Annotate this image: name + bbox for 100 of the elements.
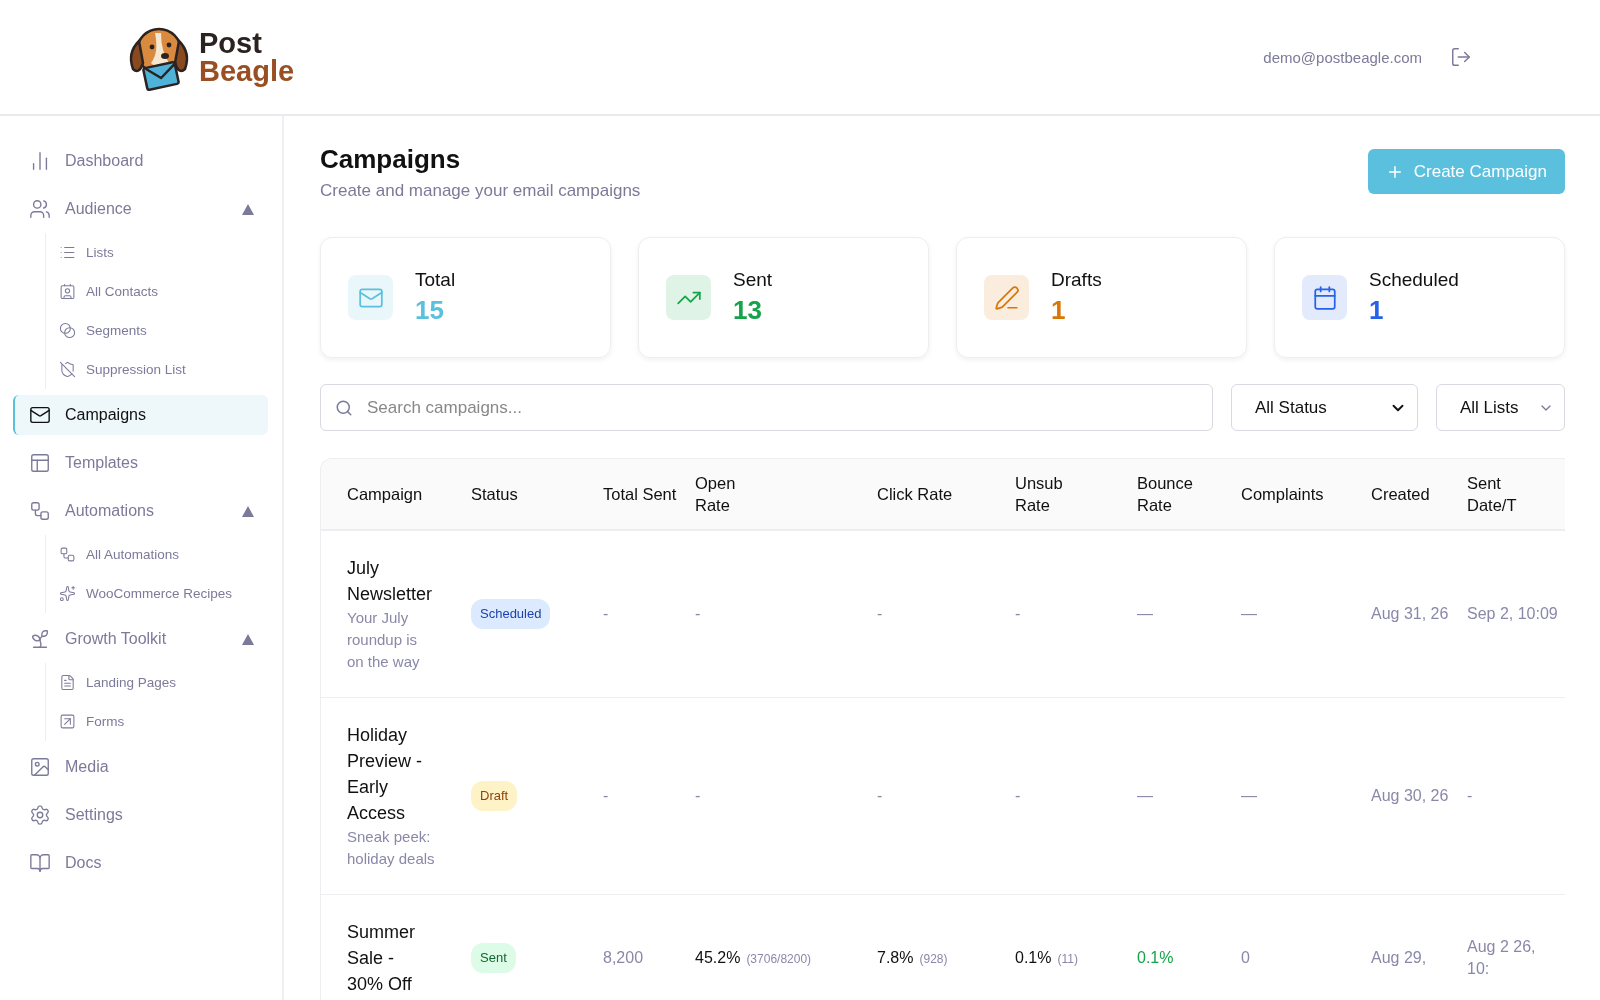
column-header: Total Sent [603, 484, 677, 505]
arrow-square-icon [59, 713, 76, 730]
calendar-icon [1311, 284, 1338, 311]
search-input[interactable]: Search campaigns... [365, 396, 1198, 419]
page-subtitle: Create and manage your email campaigns [320, 181, 641, 201]
stat-value: 1 [1369, 295, 1385, 326]
cell-detail: (3706/8200) [746, 951, 812, 966]
table-cell: - [877, 605, 883, 622]
table-cell: Aug 2 26, 10: [1467, 938, 1536, 977]
stat-value: 1 [1051, 295, 1067, 326]
mail-icon [29, 404, 51, 426]
table-cell: — [1137, 787, 1153, 804]
column-header: Click Rate [877, 484, 954, 505]
sidebar-item[interactable]: Growth Toolkit [13, 619, 268, 659]
status-badge: Draft [471, 781, 518, 811]
stat-value: 15 [415, 295, 445, 326]
collapse-triangle-icon[interactable] [242, 633, 254, 645]
page-title: Campaigns [320, 144, 462, 175]
table-cell: - [1467, 787, 1473, 804]
sidebar-subitem[interactable]: All Contacts [59, 272, 268, 311]
table-cell: — [1137, 605, 1153, 622]
list-select[interactable]: All Lists [1436, 384, 1565, 431]
cell-detail: (928) [919, 951, 948, 966]
sidebar-subitem[interactable]: Lists [59, 233, 268, 272]
sidebar-subitem[interactable]: WooCommerce Recipes [59, 574, 268, 613]
campaign-name[interactable]: Holiday Preview - Early Access [347, 722, 435, 826]
campaign-name[interactable]: Summer Sale - 30% Off [347, 919, 435, 997]
layout-icon [29, 452, 51, 474]
column-header: Campaign [347, 484, 424, 505]
logo-text: Post [199, 29, 263, 57]
column-header: Sent Date/T [1467, 473, 1518, 516]
table-cell: Aug 30, 26 [1371, 787, 1449, 804]
table-cell: Aug 31, 26 [1371, 605, 1449, 622]
circles-icon [59, 322, 76, 339]
image-icon [29, 756, 51, 778]
list-icon [59, 244, 76, 261]
search-field[interactable]: Search campaigns... [320, 384, 1213, 431]
document-icon [59, 674, 76, 691]
sprout-icon [29, 628, 51, 650]
shield-icon [59, 361, 76, 378]
table-cell: - [1015, 787, 1021, 804]
search-icon [335, 398, 353, 417]
table-cell: - [603, 605, 609, 622]
sidebar-item[interactable]: Dashboard [13, 141, 268, 181]
stat-value: 13 [733, 295, 763, 326]
table-cell: 0.1% [1137, 949, 1174, 966]
cell-detail: (11) [1057, 951, 1078, 966]
pencil-icon [993, 284, 1020, 311]
stat-label: Total [415, 269, 456, 291]
table-cell: 0 [1241, 949, 1250, 966]
campaign-name[interactable]: July Newsletter [347, 555, 435, 607]
nodes-icon [59, 546, 76, 563]
sidebar-item[interactable]: Automations [13, 491, 268, 531]
table-cell: - [877, 787, 883, 804]
nodes-icon [29, 500, 51, 522]
column-header: Bounce Rate [1137, 473, 1194, 516]
sidebar-item[interactable]: Settings [13, 795, 268, 835]
table-cell: 8,200 [603, 949, 644, 966]
stat-label: Scheduled [1369, 269, 1459, 291]
table-cell: - [603, 787, 609, 804]
sidebar-item[interactable]: Campaigns [13, 395, 268, 435]
campaign-description: Sneak peek: holiday deals [347, 827, 435, 869]
sidebar-subitem[interactable]: Suppression List [59, 350, 268, 389]
table-cell: - [695, 787, 701, 804]
table-cell: - [695, 605, 701, 622]
sidebar-item[interactable]: Templates [13, 443, 268, 483]
status-badge: Scheduled [471, 599, 551, 629]
column-header: Open Rate [695, 473, 737, 516]
sidebar-item[interactable]: Docs [13, 843, 268, 883]
campaign-description: Your July roundup is on the way [347, 608, 421, 672]
settings-icon [29, 804, 51, 826]
contact-card-icon [59, 283, 76, 300]
logout-button[interactable] [1450, 46, 1472, 68]
status-badge: Sent [471, 943, 516, 973]
sidebar-item[interactable]: Audience [13, 189, 268, 229]
sidebar-item[interactable]: Media [13, 747, 268, 787]
status-select[interactable]: All Status [1231, 384, 1418, 431]
sparkles-icon [59, 585, 76, 602]
table-cell: Sep 2, 10:09 [1467, 605, 1558, 622]
table-cell: — [1241, 605, 1257, 622]
user-email: demo@postbeagle.com [1263, 48, 1422, 66]
sidebar-subitem[interactable]: Segments [59, 311, 268, 350]
table-cell: 7.8% [877, 948, 914, 966]
table-cell: 45.2% [695, 948, 741, 966]
sidebar-subitem[interactable]: Forms [59, 702, 268, 741]
table-cell: — [1241, 787, 1257, 804]
users-icon [29, 198, 51, 220]
stat-label: Drafts [1051, 269, 1102, 291]
collapse-triangle-icon[interactable] [242, 505, 254, 517]
table-cell: 0.1% [1015, 948, 1052, 966]
sidebar-subitem[interactable]: All Automations [59, 535, 268, 574]
column-header: Created [1371, 484, 1431, 505]
sidebar-subitem[interactable]: Landing Pages [59, 663, 268, 702]
table-cell: Aug 29, [1371, 949, 1427, 966]
book-icon [29, 852, 51, 874]
logo-text: Beagle [199, 57, 295, 85]
column-header: Unsub Rate [1015, 473, 1064, 516]
table-cell: - [1015, 605, 1021, 622]
collapse-triangle-icon[interactable] [242, 203, 254, 215]
column-header: Status [471, 484, 519, 505]
